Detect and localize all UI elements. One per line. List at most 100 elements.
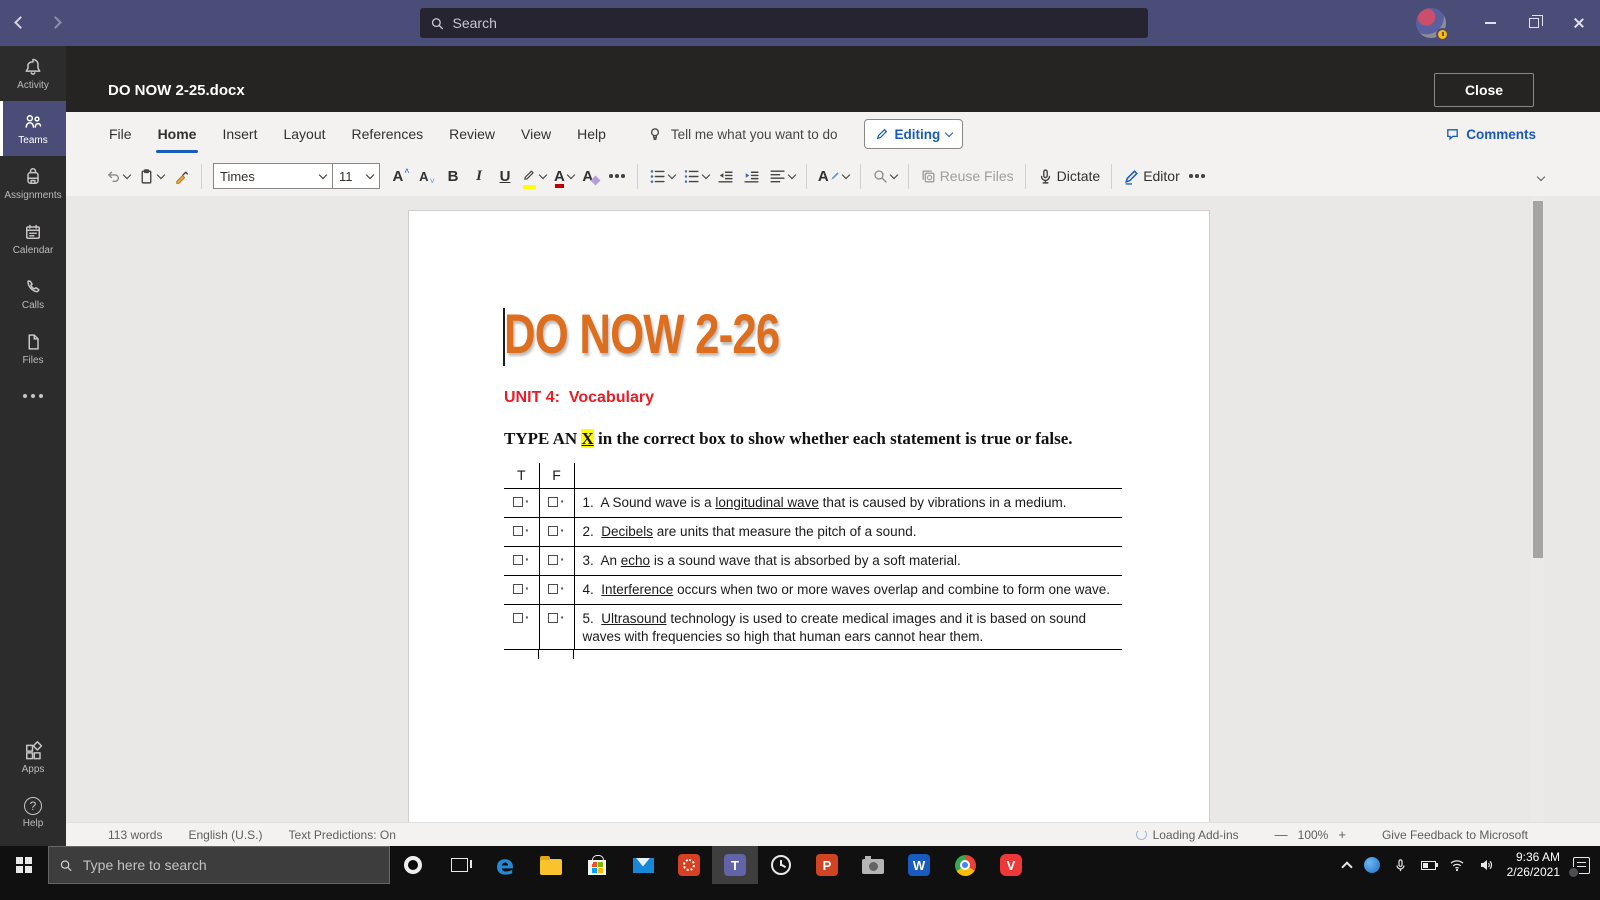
false-checkbox[interactable]: · (539, 604, 575, 651)
tab-file[interactable]: File (96, 112, 145, 156)
instruction-line[interactable]: TYPE AN X in the correct box to show whe… (504, 428, 1149, 449)
true-checkbox[interactable]: · (504, 604, 540, 651)
italic-button[interactable]: I (466, 161, 492, 191)
false-checkbox[interactable]: · (539, 517, 575, 548)
reuse-files-button[interactable]: Reuse Files (916, 161, 1018, 191)
taskbar-search-box[interactable] (48, 846, 390, 884)
text-predictions-status[interactable]: Text Predictions: On (289, 828, 396, 842)
zoom-in-button[interactable]: + (1328, 827, 1356, 842)
editor-button[interactable]: Editor (1119, 161, 1184, 191)
numbering-button[interactable] (679, 161, 713, 191)
styles-button[interactable]: A (814, 161, 853, 191)
word-count[interactable]: 113 words (108, 828, 162, 842)
wordart-title[interactable]: DO NOW 2-26 (504, 303, 1007, 365)
taskbar-clock[interactable]: 9:36 AM 2/26/2021 (1507, 850, 1560, 880)
taskbar-app-vivaldi[interactable]: V (988, 846, 1034, 884)
underline-button[interactable]: U (492, 161, 518, 191)
editing-mode-button[interactable]: Editing (863, 119, 964, 149)
dictate-button[interactable]: Dictate (1033, 161, 1105, 191)
true-checkbox[interactable]: · (504, 517, 540, 548)
increase-indent-button[interactable] (739, 161, 765, 191)
feedback-link[interactable]: Give Feedback to Microsoft (1382, 828, 1528, 842)
false-checkbox[interactable]: · (539, 546, 575, 577)
highlight-button[interactable] (518, 161, 550, 191)
sidebar-item-calls[interactable]: Calls (0, 266, 66, 321)
tray-expand-icon[interactable] (1340, 861, 1353, 873)
tab-layout[interactable]: Layout (270, 112, 338, 156)
scrollbar-thumb[interactable] (1532, 201, 1543, 558)
sidebar-item-files[interactable]: Files (0, 321, 66, 376)
close-document-button[interactable]: Close (1434, 73, 1534, 107)
font-color-button[interactable]: A (550, 161, 578, 191)
bullets-button[interactable] (645, 161, 679, 191)
vertical-scrollbar[interactable] (1531, 196, 1544, 822)
taskbar-app-chrome[interactable] (942, 846, 988, 884)
battery-icon[interactable] (1420, 860, 1439, 870)
taskbar-app-opera[interactable] (390, 846, 436, 884)
sidebar-more-button[interactable] (0, 376, 66, 416)
taskbar-app-mail[interactable] (620, 846, 666, 884)
true-checkbox[interactable]: · (504, 546, 540, 577)
taskbar-app-powerpoint[interactable]: P (804, 846, 850, 884)
alignment-button[interactable] (765, 161, 799, 191)
bold-button[interactable]: B (440, 161, 466, 191)
document-canvas[interactable]: DO NOW 2-26 UNIT 4: Vocabulary TYPE AN X… (66, 196, 1600, 822)
sidebar-item-assignments[interactable]: Assignments (0, 156, 66, 211)
statement-cell[interactable]: 2. Decibels are units that measure the p… (574, 517, 1122, 548)
collapse-ribbon-button[interactable] (1536, 167, 1546, 185)
shrink-font-button[interactable]: A ˅ (414, 161, 440, 191)
false-checkbox[interactable]: · (539, 488, 575, 519)
zoom-out-button[interactable]: — (1265, 827, 1298, 842)
more-font-options-button[interactable] (604, 161, 630, 191)
decrease-indent-button[interactable] (713, 161, 739, 191)
action-center-icon[interactable] (1568, 856, 1590, 878)
minimize-button[interactable] (1468, 0, 1512, 46)
more-toolbar-button[interactable] (1184, 161, 1210, 191)
taskbar-app-file-explorer[interactable] (528, 846, 574, 884)
sidebar-item-activity[interactable]: Activity (0, 46, 66, 101)
font-name-select[interactable]: Times (213, 163, 333, 189)
teams-search-box[interactable] (420, 8, 1148, 38)
taskbar-search-input[interactable] (82, 857, 379, 873)
sidebar-item-apps[interactable]: Apps (0, 730, 66, 785)
taskbar-app-teams[interactable]: T (712, 846, 758, 884)
start-button[interactable] (0, 846, 48, 884)
close-window-button[interactable] (1556, 0, 1600, 46)
comments-button[interactable]: Comments (1445, 126, 1536, 142)
sidebar-item-help[interactable]: ? Help (0, 785, 66, 840)
format-painter-button[interactable] (168, 161, 194, 191)
true-checkbox[interactable]: · (504, 575, 540, 606)
unit-heading[interactable]: UNIT 4: Vocabulary (504, 389, 1149, 407)
false-checkbox[interactable]: · (539, 575, 575, 606)
tab-review[interactable]: Review (436, 112, 508, 156)
statement-cell[interactable]: 4. Interference occurs when two or more … (574, 575, 1122, 606)
statement-cell[interactable]: 1. A Sound wave is a longitudinal wave t… (574, 488, 1122, 519)
tray-app-icon[interactable] (1363, 857, 1380, 873)
grow-font-button[interactable]: A ˄ (388, 161, 414, 191)
zoom-level[interactable]: 100% (1298, 828, 1329, 842)
statement-cell[interactable]: 3. An echo is a sound wave that is absor… (574, 546, 1122, 577)
back-button[interactable] (14, 14, 27, 32)
document-page[interactable]: DO NOW 2-26 UNIT 4: Vocabulary TYPE AN X… (408, 210, 1210, 822)
wifi-icon[interactable] (1449, 857, 1465, 873)
undo-button[interactable] (100, 161, 134, 191)
taskbar-app-store[interactable] (574, 846, 620, 884)
sidebar-item-teams[interactable]: Teams (0, 101, 66, 156)
microphone-tray-icon[interactable] (1393, 858, 1408, 873)
user-avatar[interactable] (1416, 8, 1449, 41)
tab-help[interactable]: Help (564, 112, 619, 156)
language-status[interactable]: English (U.S.) (188, 828, 262, 842)
tab-home[interactable]: Home (145, 112, 210, 156)
search-input[interactable] (452, 15, 1138, 31)
statement-cell[interactable]: 5. Ultrasound technology is used to crea… (574, 604, 1122, 651)
find-button[interactable] (868, 161, 901, 191)
volume-icon[interactable] (1478, 857, 1494, 873)
tab-references[interactable]: References (339, 112, 437, 156)
true-checkbox[interactable]: · (504, 488, 540, 519)
tab-view[interactable]: View (508, 112, 564, 156)
paste-button[interactable] (134, 161, 168, 191)
sidebar-item-calendar[interactable]: Calendar (0, 211, 66, 266)
tab-insert[interactable]: Insert (209, 112, 270, 156)
taskbar-app-word[interactable]: W (896, 846, 942, 884)
restore-button[interactable] (1512, 0, 1556, 46)
